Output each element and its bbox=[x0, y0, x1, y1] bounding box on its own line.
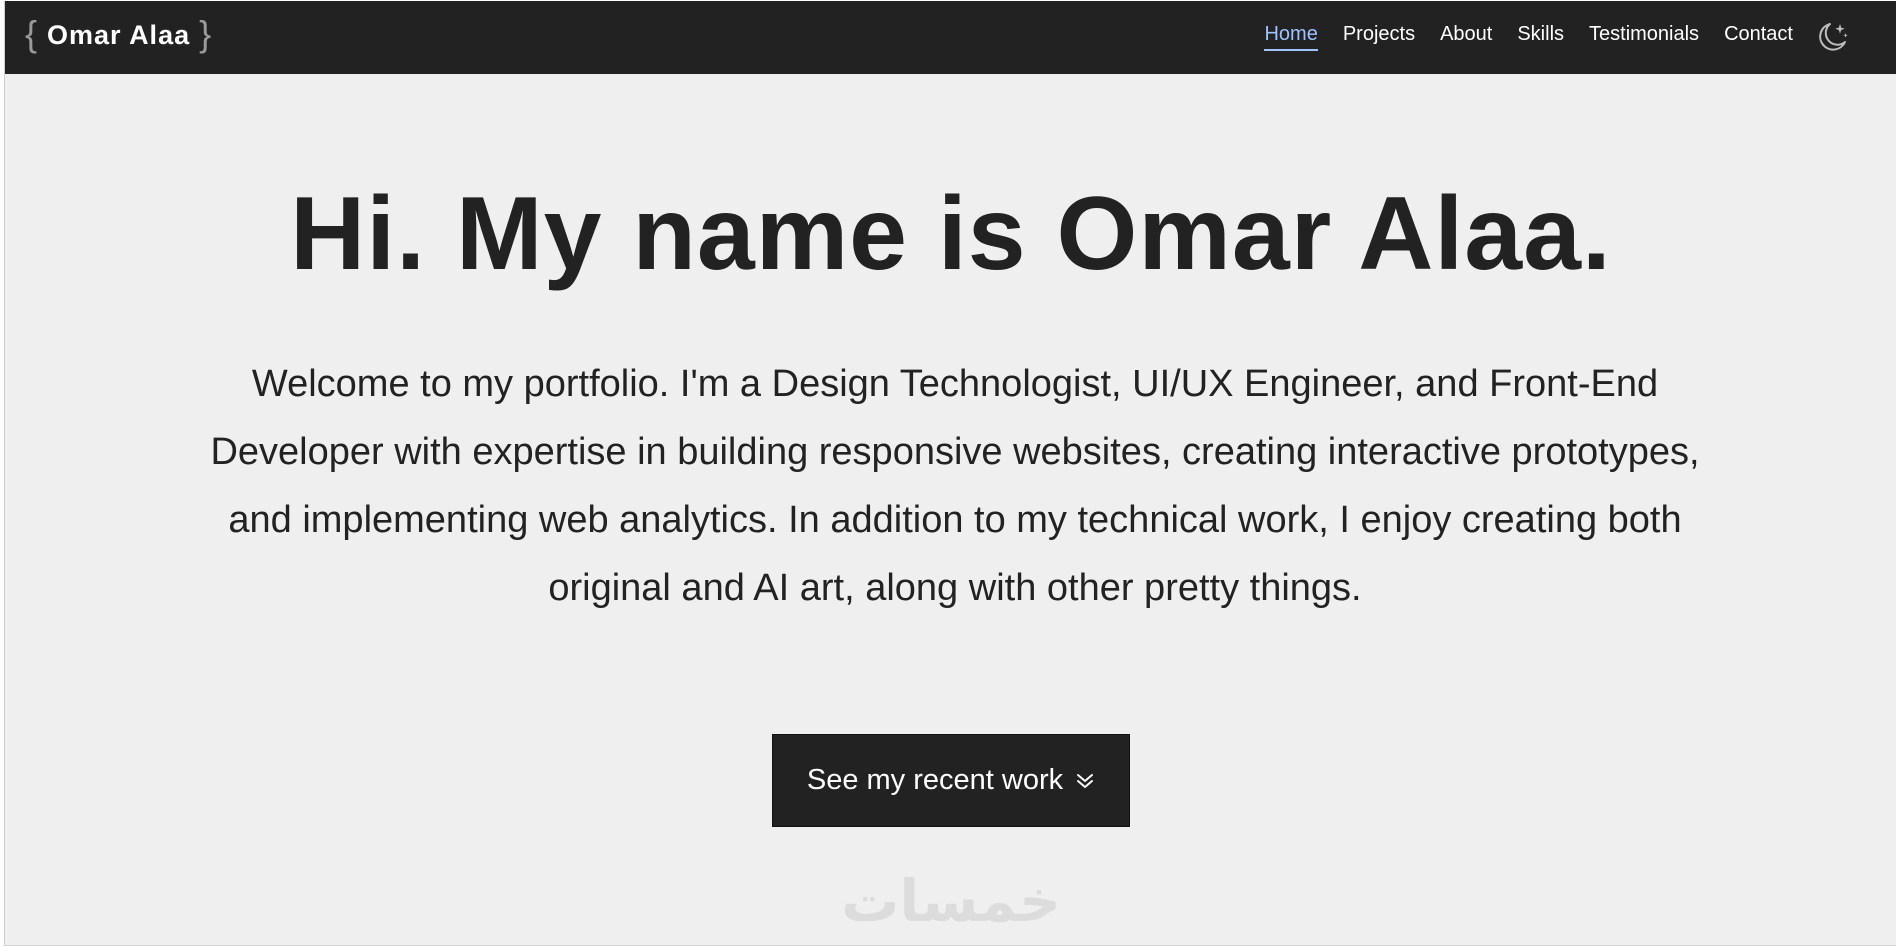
nav-item-skills[interactable]: Skills bbox=[1517, 23, 1564, 51]
brand-logo[interactable]: { Omar Alaa } bbox=[25, 13, 213, 55]
top-navbar: { Omar Alaa } Home Projects About Skills… bbox=[5, 1, 1896, 74]
cta-label: See my recent work bbox=[806, 764, 1064, 796]
nav-links: Home Projects About Skills Testimonials … bbox=[1239, 17, 1849, 57]
brand-open-brace: { bbox=[25, 13, 39, 54]
watermark-logo: خمسات bbox=[841, 867, 1061, 935]
nav-item-testimonials[interactable]: Testimonials bbox=[1589, 23, 1699, 51]
brand-close-brace: } bbox=[199, 13, 213, 54]
nav-item-projects[interactable]: Projects bbox=[1343, 23, 1415, 51]
double-chevron-down-icon bbox=[1075, 770, 1095, 792]
nav-item-home[interactable]: Home bbox=[1264, 23, 1318, 51]
theme-toggle-button[interactable] bbox=[1817, 20, 1849, 54]
page-frame: { Omar Alaa } Home Projects About Skills… bbox=[4, 1, 1896, 946]
hero-title: Hi. My name is Omar Alaa. bbox=[290, 176, 1612, 292]
hero-intro: Welcome to my portfolio. I'm a Design Te… bbox=[210, 363, 1700, 609]
nav-item-about[interactable]: About bbox=[1440, 23, 1492, 51]
see-recent-work-button[interactable]: See my recent work bbox=[772, 734, 1130, 827]
nav-item-contact[interactable]: Contact bbox=[1724, 23, 1793, 51]
brand-name: Omar Alaa bbox=[47, 19, 191, 50]
moon-stars-icon bbox=[1819, 23, 1848, 51]
